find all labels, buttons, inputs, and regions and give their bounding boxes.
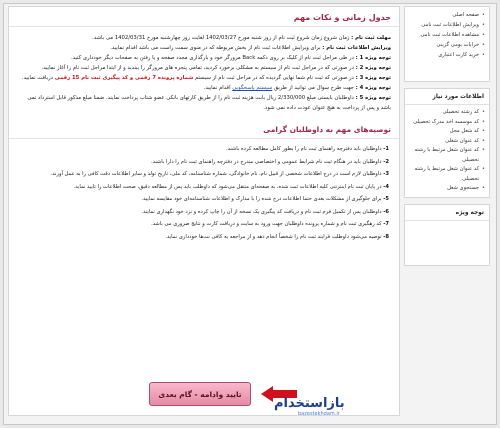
recommendation-item: 3- داوطلبان لازم است در درج اطلاعات شخصی… bbox=[50, 171, 389, 177]
watermark-logo: بازاستخدام bazestekhdam.ir bbox=[274, 396, 345, 417]
notice-title: توجه ویژه bbox=[405, 205, 489, 221]
bullet-icon: • bbox=[482, 137, 485, 144]
sidebar-item-native-selection[interactable]: • خرابات بومی گزینی bbox=[409, 40, 485, 50]
notice-panel: توجه ویژه bbox=[404, 203, 490, 266]
bullet-icon: • bbox=[482, 52, 485, 58]
sidebar-item-view-info[interactable]: • مشاهده اطلاعات ثبت نامی bbox=[409, 30, 485, 40]
bullet-icon: • bbox=[482, 185, 485, 191]
paragraph-note-5: توجه ویژه 5 : داوطلبان بایستی مبلغ 2/330… bbox=[27, 95, 391, 111]
recommendations-title: توصیه‌های مهم به داوطلبان گرامی bbox=[9, 119, 399, 139]
info-item[interactable]: • کد موسسه اخذ مدرک تحصیلی bbox=[409, 118, 485, 128]
info-item[interactable]: • جستجوی شغل bbox=[409, 184, 485, 194]
info-item[interactable]: • کد عنوان شغلی bbox=[409, 137, 485, 147]
bullet-icon: • bbox=[482, 12, 485, 18]
info-item[interactable]: • کد رشته تحصیلی bbox=[409, 108, 485, 118]
paragraph-note-2: توجه ویژه 2 : در صورتی که در مراحل ثبت ن… bbox=[41, 65, 391, 71]
sidebar-item-edit-info[interactable]: • ویرایش اطلاعات ثبت نامی bbox=[409, 20, 485, 30]
bullet-icon: • bbox=[482, 109, 485, 115]
recommendation-item: 8- توصیه می‌شود داوطلب فرایند ثبت نام را… bbox=[165, 233, 389, 240]
bullet-icon: • bbox=[482, 22, 485, 28]
info-item[interactable]: • کد شغل محل bbox=[409, 127, 485, 137]
confirm-next-step-button[interactable]: تایید وادامه - گام بعدی bbox=[149, 382, 251, 406]
page-title: جدول زمانی و نکات مهم bbox=[9, 7, 399, 27]
main-content: جدول زمانی و نکات مهم مهلت ثبت نام : زما… bbox=[8, 6, 400, 416]
bullet-icon: • bbox=[482, 147, 485, 153]
paragraph-note-4: توجه ویژه 4 : جهت طرح سوال می توانید از … bbox=[203, 85, 391, 91]
paragraph-edit: ویرایش اطلاعات ثبت نام : برای ویرایش اطل… bbox=[110, 45, 391, 51]
recommendation-item: 4- در پایان ثبت نام اینترنتی کلیه اطلاعا… bbox=[73, 183, 389, 190]
sidebar-menu-panel: • صفحه اصلی • ویرایش اطلاعات ثبت نامی • مشا… bbox=[404, 6, 490, 82]
sidebar-item-home[interactable]: • صفحه اصلی bbox=[409, 10, 485, 20]
bullet-icon: • bbox=[482, 128, 485, 134]
bullet-icon: • bbox=[482, 166, 485, 172]
recommendation-item: 5- برای جلوگیری از مشکلات بعدی حتما اطلا… bbox=[141, 196, 389, 202]
bullet-icon: • bbox=[482, 42, 485, 48]
recommendation-item: 6- داوطلبان پس از تکمیل فرم ثبت نام و در… bbox=[141, 208, 389, 215]
info-item[interactable]: • کد عنوان شغل مرتبط با رشته تحصیلی bbox=[409, 165, 485, 184]
recommendation-item: 2- داوطلبان باید در هنگام ثبت نام شرایط … bbox=[150, 158, 389, 165]
paragraph-note-1: توجه ویژه 1 : در طی مراحل ثبت نام از کلی… bbox=[71, 55, 391, 61]
info-item[interactable]: • کد عنوان شغل مرتبط با رشته تحصیلی bbox=[409, 146, 485, 165]
paragraph-note-3: توجه ویژه 3 : در صورتی که ثبت نام شما نه… bbox=[21, 75, 391, 81]
sidebar: • صفحه اصلی • ویرایش اطلاعات ثبت نامی • مشا… bbox=[404, 6, 490, 272]
recommendation-item: 7- کد رهگیری ثبت نام و شماره پرونده داوط… bbox=[151, 221, 389, 227]
bullet-icon: • bbox=[482, 32, 485, 38]
sidebar-item-buy-card[interactable]: • خرید کارت اعتباری bbox=[409, 50, 485, 60]
required-info-title: اطلاعات مورد نیاز bbox=[405, 89, 489, 105]
paragraph-deadline: مهلت ثبت نام : زمان شروع زمان شروع ثبت ن… bbox=[92, 35, 391, 41]
recommendation-item: 1- داوطلبان باید دفترچه راهنمای ثبت نام … bbox=[226, 146, 389, 152]
bullet-icon: • bbox=[482, 118, 485, 125]
required-info-panel: اطلاعات مورد نیاز • کد رشته تحصیلی • کد مو… bbox=[404, 88, 490, 198]
support-link[interactable]: سیستم پاسخگویی bbox=[232, 85, 272, 91]
